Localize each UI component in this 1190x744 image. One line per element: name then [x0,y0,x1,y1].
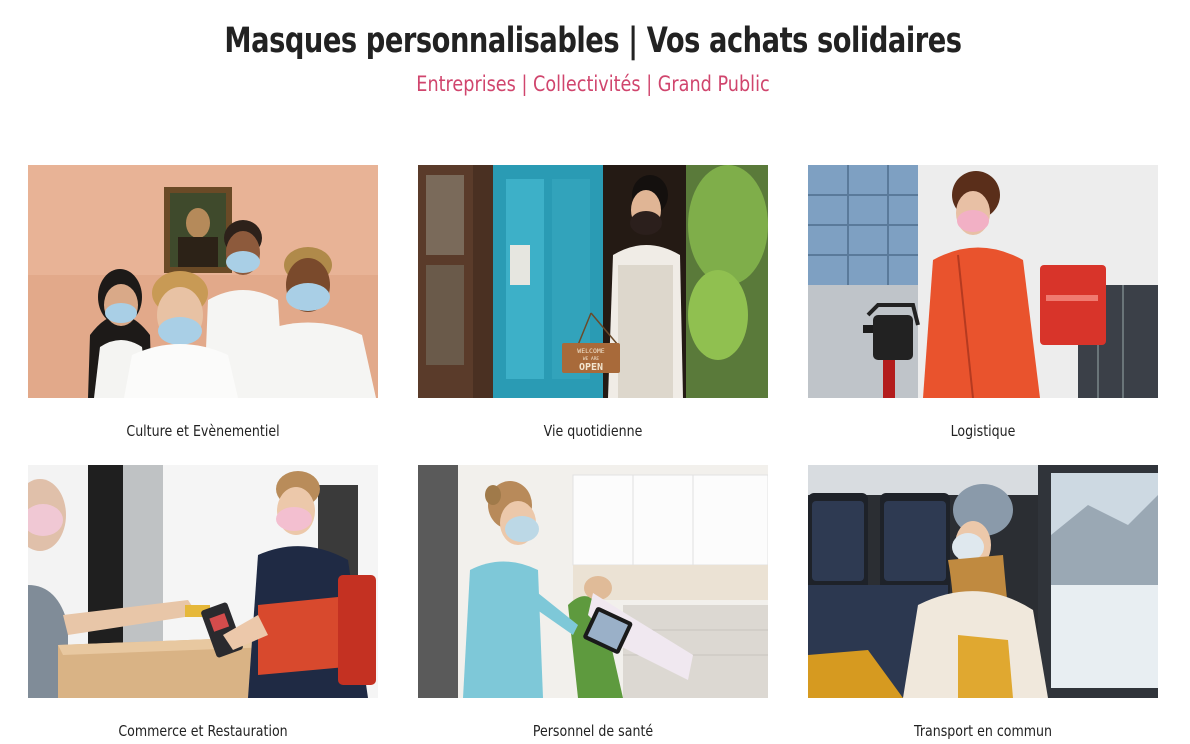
page-subtitle: Entreprises | Collectivités | Grand Publ… [416,72,770,96]
category-image-commerce[interactable] [28,465,378,698]
category-card-culture: Culture et Evènementiel [28,165,378,440]
sign-text-welcome: WELCOME [577,347,604,355]
category-label-logistics[interactable]: Logistique [836,422,1130,440]
category-card-healthcare: Personnel de santé [418,465,768,740]
category-label-healthcare[interactable]: Personnel de santé [446,722,740,740]
category-card-transport: Transport en commun [808,465,1158,740]
category-label-culture[interactable]: Culture et Evènementiel [56,422,350,440]
category-image-healthcare[interactable] [418,465,768,698]
category-card-logistics: Logistique [808,165,1158,440]
category-label-daily-life[interactable]: Vie quotidienne [446,422,740,440]
category-image-daily-life[interactable]: WELCOME WE ARE OPEN [418,165,768,398]
category-card-daily-life: WELCOME WE ARE OPEN Vie quotidienne [418,165,768,440]
category-label-commerce[interactable]: Commerce et Restauration [56,722,350,740]
category-image-transport[interactable] [808,465,1158,698]
category-image-culture[interactable] [28,165,378,398]
sign-text-open: OPEN [579,362,603,373]
page-title: Masques personnalisables | Vos achats so… [224,21,962,62]
category-image-logistics[interactable] [808,165,1158,398]
category-label-transport[interactable]: Transport en commun [836,722,1130,740]
category-card-commerce: Commerce et Restauration [28,465,378,740]
